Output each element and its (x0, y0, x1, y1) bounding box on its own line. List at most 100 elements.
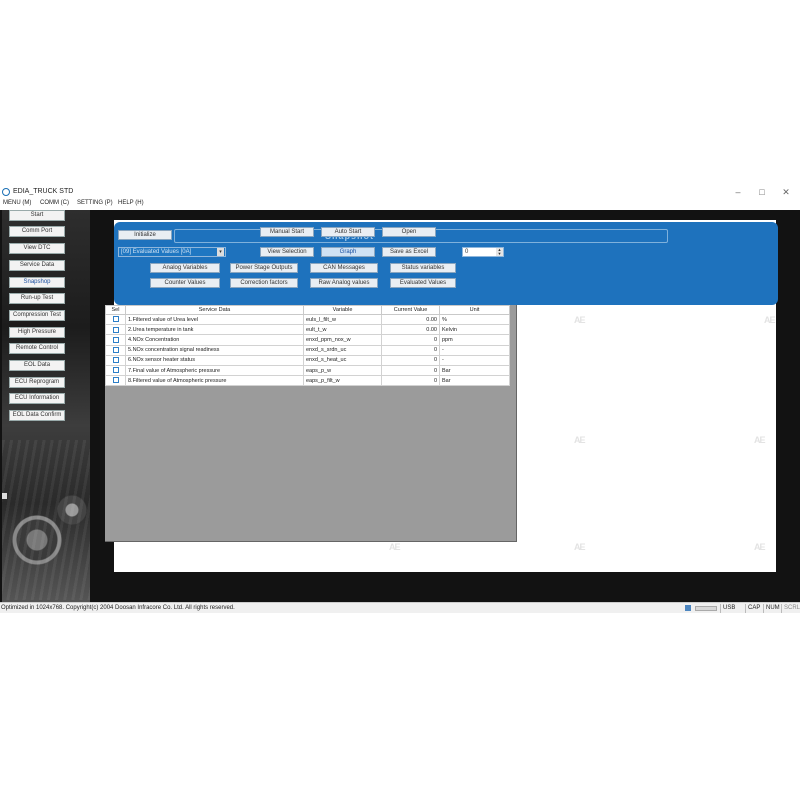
menu-item-setting[interactable]: SETTING (P) (77, 200, 113, 206)
raw-analog-values-button[interactable]: Raw Analog values (310, 278, 378, 288)
status-message: Optimized in 1024x768. Copyright(c) 2004… (1, 605, 235, 611)
row-checkbox[interactable] (112, 316, 119, 323)
sidebar-item-snapshop[interactable]: Snapshop (9, 277, 65, 288)
sidebar-item-eol-data[interactable]: EOL Data (9, 360, 65, 371)
row-select-cell (105, 354, 126, 366)
service-data-cell: 7.Final value of Atmospheric pressure (125, 364, 304, 377)
scroll-lock-status: SCRL (781, 604, 800, 613)
column-header-variable[interactable]: Variable (303, 305, 382, 315)
window-title: EDIA_TRUCK STD (13, 188, 74, 195)
row-select-cell (105, 364, 126, 377)
watermark: AE (754, 542, 765, 552)
current-value-cell: 0 (381, 375, 440, 387)
num-lock-status: NUM (763, 604, 781, 613)
row-select-cell (105, 334, 126, 346)
control-panel: Snapshot Initialize Manual Start Auto St… (114, 222, 778, 305)
table-row[interactable]: 2.Urea temperature in tank eult_t_w 0.00… (105, 324, 510, 336)
row-select-cell (105, 344, 126, 356)
table-row[interactable]: 6.NOx sensor heater status enxd_s_heat_u… (105, 354, 510, 366)
unit-cell: Kelvin (439, 324, 510, 336)
initialize-button[interactable]: Initialize (118, 230, 172, 240)
sidebar-item-service-data[interactable]: Service Data (9, 260, 65, 271)
table-row[interactable]: 4.NOx Concentration enxd_ppm_nox_w 0 ppm (105, 334, 510, 346)
auto-start-button[interactable]: Auto Start (321, 227, 375, 237)
unit-cell: - (439, 354, 510, 366)
row-checkbox[interactable] (112, 336, 119, 343)
sidebar-item-eol-data-confirm[interactable]: EOL Data Confirm (9, 410, 65, 421)
variable-cell: eaps_p_filt_w (303, 375, 382, 387)
sidebar-item-start[interactable]: Start (9, 210, 65, 221)
engine-image (2, 440, 90, 600)
sidebar-marker (2, 493, 7, 499)
evaluated-values-button[interactable]: Evaluated Values (390, 278, 456, 288)
column-header-service-data[interactable]: Service Data (125, 305, 304, 315)
spinner-arrows-icon[interactable]: ▲ ▼ (496, 248, 503, 256)
watermark: AE (389, 542, 400, 552)
table-row[interactable]: 8.Filtered value of Atmospheric pressure… (105, 375, 510, 387)
sidebar-item-comm-port[interactable]: Comm Port (9, 226, 65, 237)
column-header-unit[interactable]: Unit (439, 305, 510, 315)
row-checkbox[interactable] (112, 346, 119, 353)
close-button[interactable]: ✕ (776, 186, 796, 198)
service-data-cell: 4.NOx Concentration (125, 334, 304, 346)
current-value-cell: 0 (381, 354, 440, 366)
table-row[interactable]: 1.Filtered value of Urea level euls_l_fi… (105, 313, 510, 326)
main-frame: Start Comm Port View DTC Service Data Sn… (0, 210, 800, 602)
variable-cell: euls_l_filt_w (303, 313, 382, 326)
sidebar-item-ecu-information[interactable]: ECU Information (9, 393, 65, 404)
table-header-row: Sel Service Data Variable Current Value … (105, 305, 510, 315)
row-checkbox[interactable] (112, 357, 119, 364)
spinner-value: 0 (465, 249, 469, 255)
graph-button[interactable]: Graph (321, 247, 375, 257)
unit-cell: ppm (439, 334, 510, 346)
main-content: AE AE AE AE AE AE AE AE Snapshot Initial… (92, 210, 798, 602)
manual-start-button[interactable]: Manual Start (260, 227, 314, 237)
minimize-button[interactable]: – (728, 186, 748, 198)
row-checkbox[interactable] (112, 377, 119, 384)
watermark: AE (764, 315, 775, 325)
row-checkbox[interactable] (112, 326, 119, 333)
counter-values-button[interactable]: Counter Values (150, 278, 220, 288)
save-as-excel-button[interactable]: Save as Excel (382, 247, 436, 257)
status-variables-button[interactable]: Status variables (390, 263, 456, 273)
analog-variables-button[interactable]: Analog Variables (150, 263, 220, 273)
menu-item-help[interactable]: HELP (H) (118, 200, 144, 206)
sidebar-item-run-up-test[interactable]: Run-up Test (9, 293, 65, 304)
watermark: AE (574, 542, 585, 552)
row-select-cell (105, 375, 126, 387)
variable-cell: eaps_p_w (303, 364, 382, 377)
column-header-sel[interactable]: Sel (105, 305, 126, 315)
app-window: EDIA_TRUCK STD – □ ✕ MENU (M) COMM (C) S… (0, 185, 800, 613)
current-value-cell: 0.00 (381, 324, 440, 336)
column-header-current-value[interactable]: Current Value (381, 305, 440, 315)
usb-status-indicator (695, 606, 717, 611)
value-group-select[interactable]: [09] Evaluated Values [0A] ▾ (118, 247, 226, 257)
sidebar-item-ecu-reprogram[interactable]: ECU Reprogram (9, 377, 65, 388)
view-selection-button[interactable]: View Selection (260, 247, 314, 257)
chevron-down-icon[interactable]: ▾ (217, 248, 224, 256)
sidebar-item-view-dtc[interactable]: View DTC (9, 243, 65, 254)
sidebar-item-compression-test[interactable]: Compression Test (9, 310, 65, 321)
table-row[interactable]: 5.NOx concentration signal readiness enx… (105, 344, 510, 356)
open-button[interactable]: Open (382, 227, 436, 237)
correction-factors-button[interactable]: Correction factors (230, 278, 298, 288)
power-stage-outputs-button[interactable]: Power Stage Outputs (230, 263, 298, 273)
can-messages-button[interactable]: CAN Messages (310, 263, 378, 273)
variable-cell: enxd_ppm_nox_w (303, 334, 382, 346)
service-data-cell: 5.NOx concentration signal readiness (125, 344, 304, 356)
sidebar-item-high-pressure[interactable]: High Pressure (9, 327, 65, 338)
title-bar: EDIA_TRUCK STD – □ ✕ (0, 185, 800, 199)
service-data-table: Sel Service Data Variable Current Value … (105, 305, 510, 387)
menu-item-menu[interactable]: MENU (M) (3, 200, 31, 206)
table-row[interactable]: 7.Final value of Atmospheric pressure ea… (105, 364, 510, 377)
value-group-selected: [09] Evaluated Values [0A] (121, 249, 192, 255)
current-value-cell: 0.00 (381, 313, 440, 326)
app-logo-icon (2, 188, 10, 196)
row-checkbox[interactable] (112, 367, 119, 374)
sidebar-item-remote-control[interactable]: Remote Control (9, 343, 65, 354)
menu-item-comm[interactable]: COMM (C) (40, 200, 69, 206)
maximize-button[interactable]: □ (752, 186, 772, 198)
interval-spinner[interactable]: 0 ▲ ▼ (462, 247, 504, 257)
service-data-cell: 2.Urea temperature in tank (125, 324, 304, 336)
unit-cell: - (439, 344, 510, 356)
